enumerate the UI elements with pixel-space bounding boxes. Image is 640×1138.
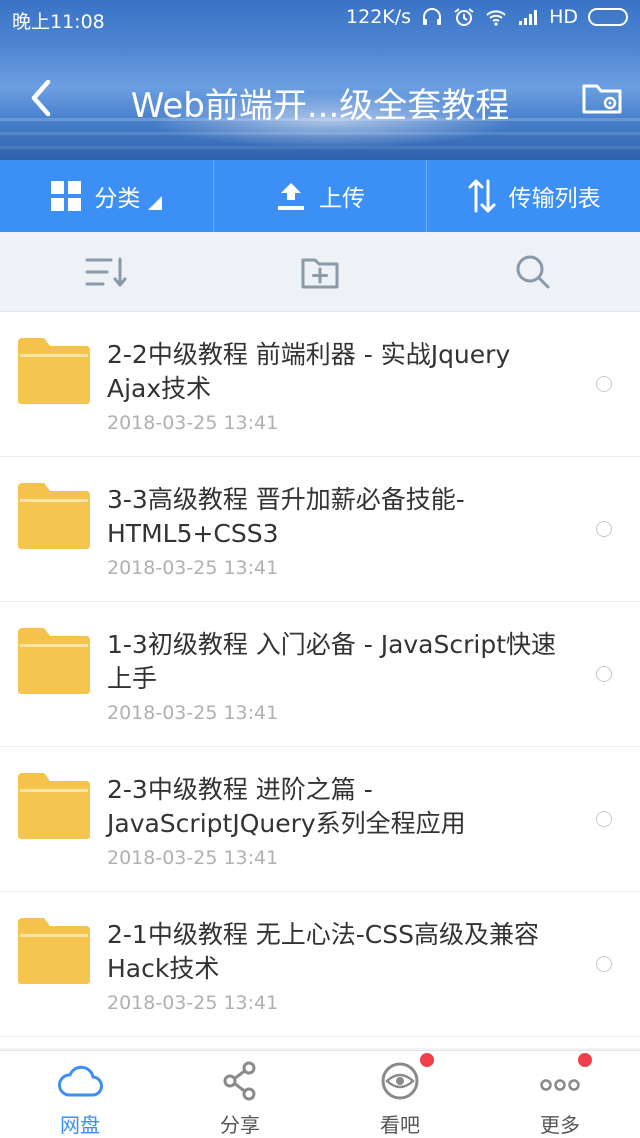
- nav-label: 网盘: [60, 1113, 100, 1137]
- select-checkbox[interactable]: [596, 666, 612, 682]
- list-item[interactable]: 1-3初级教程 入门必备 - JavaScript快速上手 2018-03-25…: [0, 602, 640, 747]
- wifi-icon: [486, 10, 506, 26]
- file-list: 2-2中级教程 前端利器 - 实战Jquery Ajax技术 2018-03-2…: [0, 312, 640, 1048]
- list-item[interactable]: 2-3中级教程 进阶之篇 - JavaScriptJQuery系列全程应用 20…: [0, 747, 640, 892]
- select-checkbox[interactable]: [596, 956, 612, 972]
- list-item[interactable]: 3-3高级教程 晋升加薪必备技能-HTML5+CSS3 2018-03-25 1…: [0, 457, 640, 602]
- new-folder-icon: [301, 258, 339, 288]
- folder-settings-icon[interactable]: [580, 76, 624, 120]
- status-bar: 晚上11:08 122K/s HD: [0, 0, 640, 36]
- tab-label: 分类: [94, 186, 141, 212]
- file-date: 2018-03-25 13:41: [107, 412, 279, 434]
- file-name: 2-1中级教程 无上心法-CSS高级及兼容Hack技术: [107, 920, 539, 983]
- eye-icon: [381, 1062, 419, 1100]
- page-title: Web前端开...级全套教程: [130, 86, 510, 126]
- file-name: 3-3高级教程 晋升加薪必备技能-HTML5+CSS3: [107, 485, 465, 548]
- notification-badge: [420, 1053, 434, 1067]
- nav-share[interactable]: 分享: [160, 1051, 320, 1138]
- sort-icon: [85, 257, 127, 286]
- nav-netdisk[interactable]: 网盘: [0, 1051, 160, 1138]
- nav-label: 看吧: [380, 1113, 420, 1137]
- dropdown-corner-icon: [148, 196, 163, 210]
- share-icon: [223, 1061, 256, 1101]
- search-button[interactable]: [427, 232, 640, 311]
- file-date: 2018-03-25 13:41: [107, 557, 279, 579]
- nav-label: 分享: [220, 1113, 260, 1137]
- back-icon[interactable]: [22, 74, 62, 122]
- search-icon: [516, 255, 550, 288]
- grid-icon: [51, 181, 82, 211]
- folder-icon: [18, 918, 90, 984]
- tab-transfer-list[interactable]: 传输列表: [426, 160, 640, 232]
- nav-more[interactable]: 更多: [480, 1051, 640, 1138]
- nav-label: 更多: [540, 1113, 580, 1137]
- nav-watch[interactable]: 看吧: [320, 1051, 480, 1138]
- file-name: 1-3初级教程 入门必备 - JavaScript快速上手: [107, 630, 557, 693]
- status-speed: 122K/s: [346, 6, 412, 28]
- tab-label: 传输列表: [508, 186, 601, 212]
- file-date: 2018-03-25 13:41: [107, 847, 279, 869]
- new-folder-button[interactable]: [213, 232, 426, 311]
- action-tabs: 分类 上传 传输列表: [0, 160, 640, 232]
- list-item[interactable]: 2-1中级教程 无上心法-CSS高级及兼容Hack技术 2018-03-25 1…: [0, 892, 640, 1037]
- file-date: 2018-03-25 13:41: [107, 992, 279, 1014]
- sort-button[interactable]: [0, 232, 213, 311]
- headphones-icon: [423, 8, 442, 25]
- tab-category[interactable]: 分类: [0, 160, 213, 232]
- file-name: 2-2中级教程 前端利器 - 实战Jquery Ajax技术: [107, 340, 511, 403]
- select-checkbox[interactable]: [596, 521, 612, 537]
- file-name: 2-3中级教程 进阶之篇 - JavaScriptJQuery系列全程应用: [107, 775, 466, 838]
- toolbar: [0, 232, 640, 312]
- more-icon: [540, 1079, 580, 1091]
- network-type: HD: [549, 6, 578, 28]
- cloud-icon: [58, 1065, 103, 1097]
- select-checkbox[interactable]: [596, 811, 612, 827]
- upload-icon: [278, 183, 304, 210]
- folder-icon: [18, 483, 90, 549]
- transfer-icon: [468, 179, 496, 213]
- alarm-icon: [454, 8, 474, 26]
- tab-upload[interactable]: 上传: [212, 160, 427, 232]
- signal-icon: [519, 10, 538, 25]
- bottom-nav: 网盘 分享 看吧 更多: [0, 1050, 640, 1138]
- select-checkbox[interactable]: [596, 376, 612, 392]
- notification-badge: [578, 1053, 592, 1067]
- battery-icon: [588, 8, 628, 26]
- status-time: 晚上11:08: [12, 11, 105, 33]
- folder-icon: [18, 773, 90, 839]
- tab-label: 上传: [319, 186, 365, 212]
- title-bar: Web前端开...级全套教程: [0, 60, 640, 140]
- folder-icon: [18, 338, 90, 404]
- folder-icon: [18, 628, 90, 694]
- file-date: 2018-03-25 13:41: [107, 702, 279, 724]
- list-item[interactable]: 2-2中级教程 前端利器 - 实战Jquery Ajax技术 2018-03-2…: [0, 312, 640, 457]
